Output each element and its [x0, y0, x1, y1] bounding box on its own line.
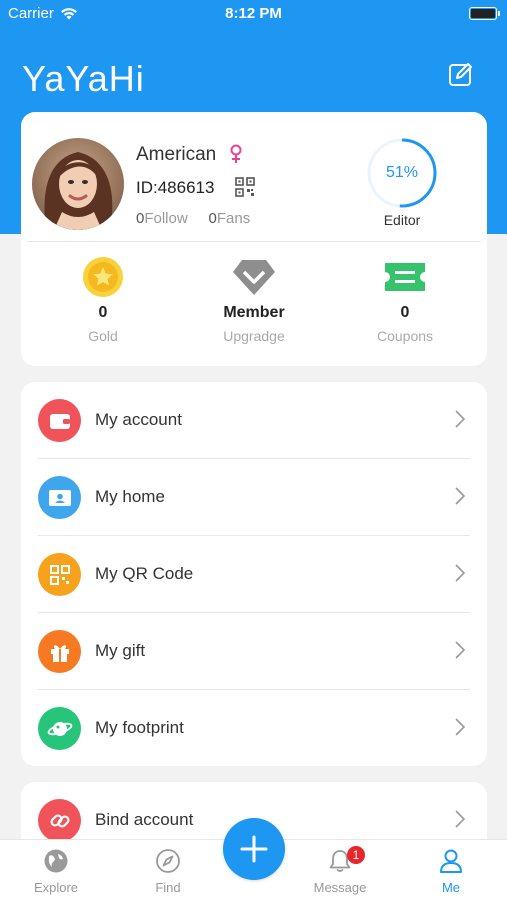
menu-label: My QR Code	[95, 564, 194, 583]
fans-label[interactable]: Fans	[217, 210, 250, 227]
menu-item-my-home[interactable]: My home	[21, 459, 487, 536]
fans-count[interactable]: 0	[209, 210, 217, 227]
upgrade-label: Upgradge	[223, 328, 285, 344]
globe-icon	[44, 849, 68, 873]
coupons-value: 0	[400, 304, 410, 321]
tab-label: Message	[313, 880, 367, 895]
menu-label: My footprint	[95, 718, 184, 737]
follow-label[interactable]: Follow	[144, 210, 187, 227]
gift-icon	[38, 630, 81, 673]
tab-label: Me	[441, 880, 461, 895]
follow-fans-row: 0Follow 0Fans	[136, 210, 250, 227]
app-title: YaYaHi	[22, 58, 145, 99]
gold-label: Gold	[88, 328, 118, 344]
chevron-right-icon	[455, 810, 465, 828]
link-icon	[38, 799, 81, 842]
tab-explore[interactable]: Explore	[6, 840, 106, 900]
chevron-right-icon	[455, 410, 465, 428]
chevron-right-icon	[455, 718, 465, 736]
chevron-right-icon	[455, 487, 465, 505]
tab-label: Find	[155, 880, 181, 895]
tab-message[interactable]: 1 Message	[290, 840, 390, 900]
home-card-icon	[38, 476, 81, 519]
qr-code-icon	[38, 553, 81, 596]
wallet-icon	[38, 399, 81, 442]
compass-icon	[156, 849, 180, 873]
menu-label: My account	[95, 410, 182, 429]
plus-icon	[240, 835, 268, 863]
planet-icon	[38, 707, 81, 750]
tab-find[interactable]: Find	[118, 840, 218, 900]
menu-item-my-account[interactable]: My account	[21, 382, 487, 459]
diamond-icon	[233, 260, 275, 295]
menu-label: My gift	[95, 641, 146, 660]
menu-card: My account My home My QR Code My gift My…	[21, 382, 487, 766]
menu-item-my-gift[interactable]: My gift	[21, 613, 487, 690]
menu-label: Bind account	[95, 810, 194, 829]
gold-value: 0	[98, 304, 108, 321]
stat-gold[interactable]: 0 Gold	[33, 256, 173, 344]
edit-icon[interactable]	[447, 60, 475, 88]
female-icon	[230, 144, 242, 163]
tab-label: Explore	[33, 880, 79, 895]
menu-label: My home	[95, 487, 165, 506]
divider	[27, 241, 481, 242]
chevron-right-icon	[455, 641, 465, 659]
battery-icon	[469, 7, 500, 20]
progress-percent: 51%	[385, 164, 419, 181]
chevron-right-icon	[455, 564, 465, 582]
status-time: 8:12 PM	[225, 5, 282, 22]
qr-code-icon[interactable]	[235, 177, 255, 197]
ticket-icon	[385, 263, 425, 291]
profile-card: American ID:486613 0Follow 0Fans 51% Edi…	[21, 112, 487, 366]
user-icon	[440, 849, 462, 873]
avatar[interactable]	[32, 138, 124, 230]
add-button[interactable]	[223, 818, 285, 880]
notification-badge: 1	[347, 846, 365, 864]
stat-coupons[interactable]: 0 Coupons	[335, 256, 475, 344]
menu-item-my-footprint[interactable]: My footprint	[21, 690, 487, 767]
gold-coin-icon	[83, 257, 123, 297]
coupons-label: Coupons	[376, 328, 434, 344]
user-id: ID:486613	[136, 178, 215, 197]
menu-item-my-qr-code[interactable]: My QR Code	[21, 536, 487, 613]
member-value: Member	[223, 304, 285, 321]
username: American	[136, 144, 217, 165]
tab-me[interactable]: Me	[401, 840, 501, 900]
status-bar: Carrier 8:12 PM	[0, 0, 507, 30]
stat-member[interactable]: Member Upgradge	[184, 256, 324, 344]
role-label: Editor	[383, 212, 421, 228]
